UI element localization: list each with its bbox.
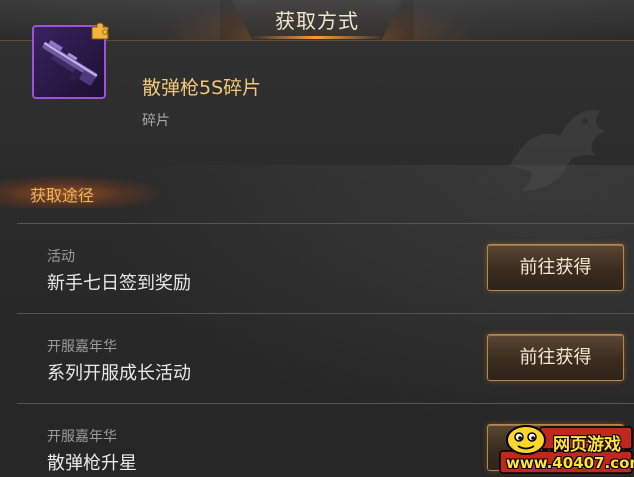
- source-category: 开服嘉年华: [47, 339, 117, 355]
- source-name: 散弹枪升星: [47, 453, 137, 474]
- eagle-emblem-icon: [510, 110, 605, 191]
- section-label: 获取途径: [30, 186, 95, 205]
- source-row: 活动 新手七日签到奖励 前往获得: [17, 223, 634, 311]
- item-name: 散弹枪5S碎片: [142, 77, 262, 99]
- acquire-panel: 获取方式 散弹枪5S碎片 碎片 获取途径 活动 新手七日签到奖励 前往获得 开服…: [0, 0, 634, 477]
- source-category: 开服嘉年华: [47, 429, 117, 445]
- watermark-url: www.40407.com: [506, 454, 634, 472]
- item-type: 碎片: [142, 113, 170, 129]
- source-category: 活动: [47, 249, 75, 265]
- puzzle-piece-icon: [91, 22, 109, 40]
- source-name: 系列开服成长活动: [47, 363, 191, 384]
- source-name: 新手七日签到奖励: [47, 273, 191, 294]
- watermark-title: 网页游戏: [553, 435, 621, 455]
- go-obtain-button[interactable]: 前往获得: [487, 334, 624, 381]
- go-obtain-button[interactable]: 前往获得: [487, 244, 624, 291]
- source-row: 开服嘉年华 系列开服成长活动 前往获得: [17, 313, 634, 401]
- title-underline: [250, 36, 384, 39]
